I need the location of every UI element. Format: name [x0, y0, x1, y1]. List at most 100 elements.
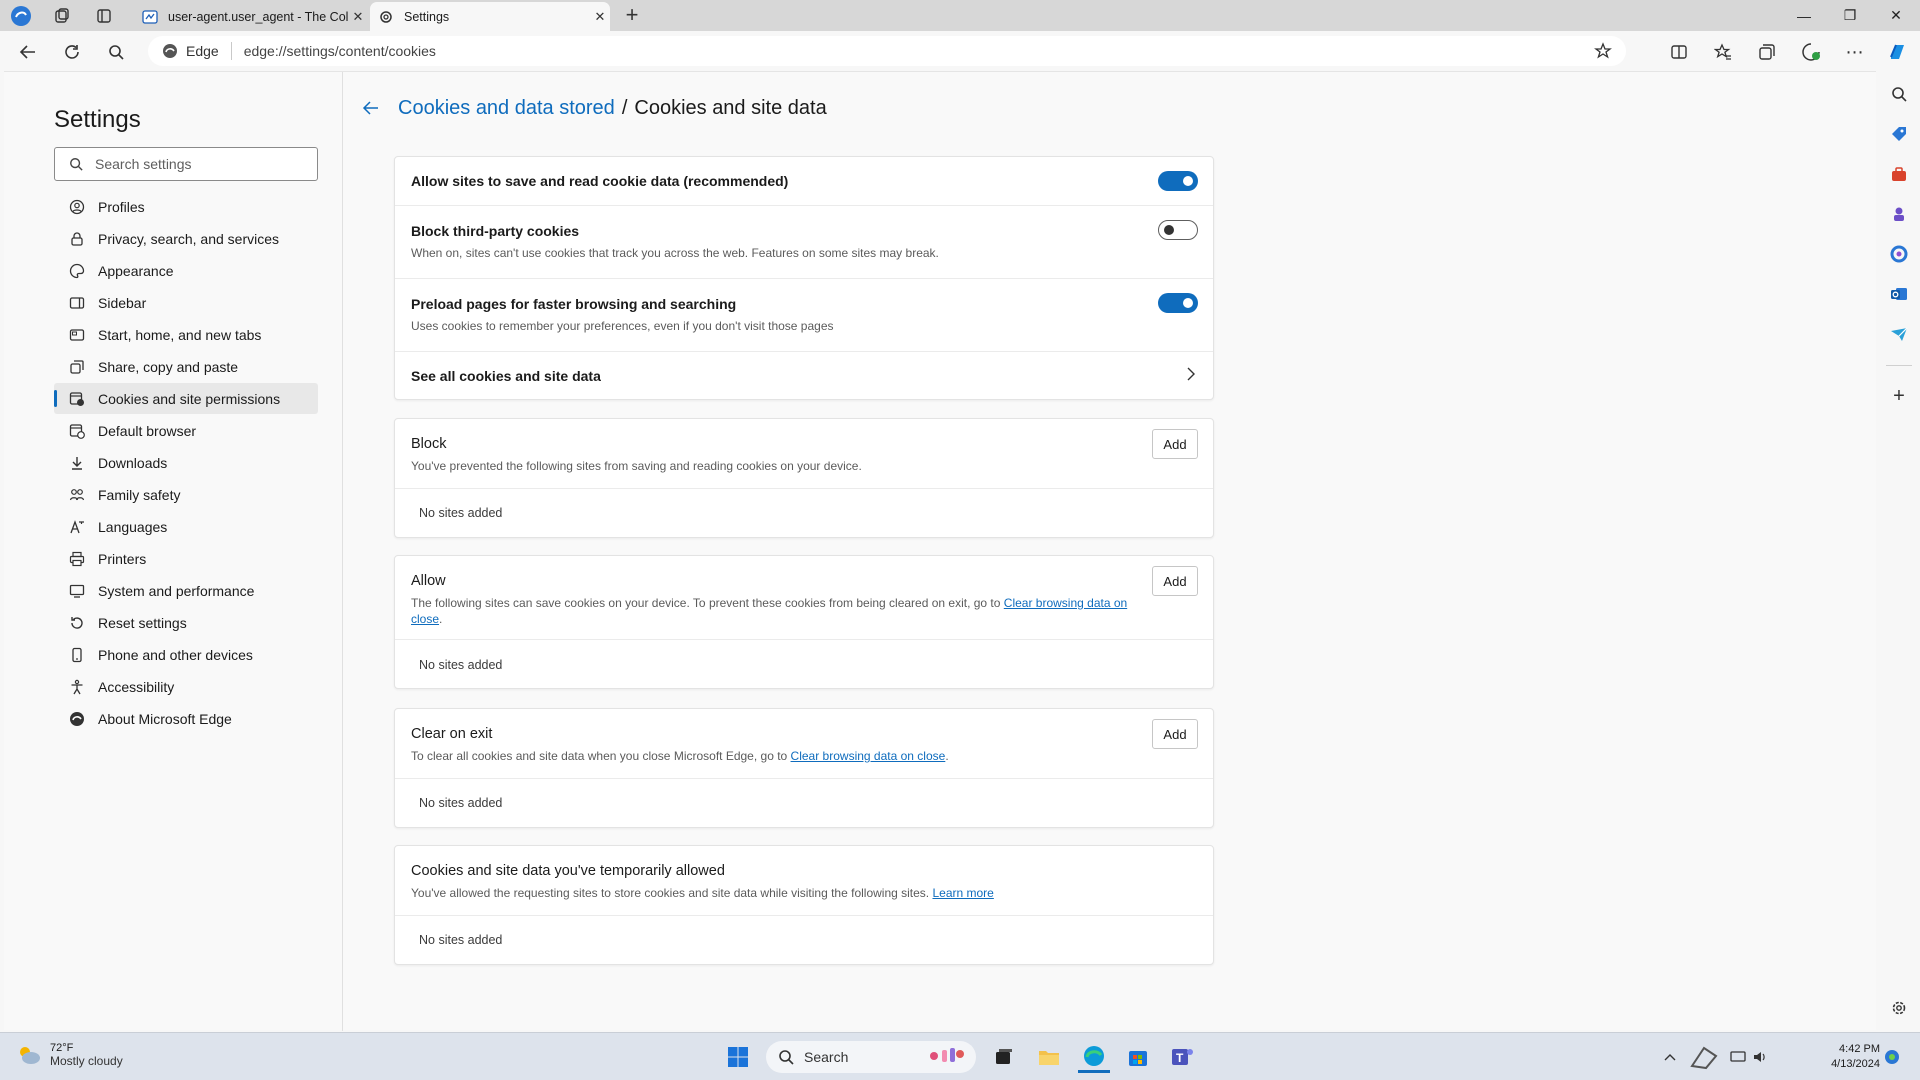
sidebar-item-cookies[interactable]: Cookies and site permissions [54, 383, 318, 414]
refresh-button[interactable] [59, 39, 85, 65]
sidebar-item-default-browser[interactable]: Default browser [54, 415, 318, 446]
favorite-star-icon[interactable] [1594, 42, 1612, 63]
edge-icon [163, 44, 177, 58]
start-button[interactable] [722, 1041, 754, 1073]
sidebar-item-downloads[interactable]: Downloads [54, 447, 318, 478]
shopping-tag-icon[interactable] [1888, 123, 1910, 145]
clock[interactable]: 4:42 PM 4/13/2024 [1831, 1042, 1880, 1072]
sidebar-item-profiles[interactable]: Profiles [54, 191, 318, 222]
collections-icon[interactable] [1754, 39, 1780, 65]
split-screen-icon[interactable] [1666, 39, 1692, 65]
breadcrumb-parent-link[interactable]: Cookies and data stored [398, 97, 615, 120]
onedrive-icon[interactable] [1684, 1041, 1724, 1073]
taskbar-search-label: Search [804, 1049, 849, 1065]
more-options-icon[interactable]: ⋯ [1842, 39, 1868, 65]
volume-icon[interactable] [1750, 1041, 1770, 1073]
allow-desc: The following sites can save cookies on … [411, 595, 1131, 627]
tab-actions-icon[interactable] [92, 4, 116, 28]
edge-chip[interactable]: Edge [148, 43, 219, 59]
microsoft-365-icon[interactable] [1888, 243, 1910, 265]
task-view-icon[interactable] [988, 1041, 1020, 1073]
back-button[interactable] [15, 39, 41, 65]
allow-add-button[interactable]: Add [1152, 566, 1198, 596]
svg-text:T: T [1176, 1051, 1184, 1065]
sidebar-item-sidebar[interactable]: Sidebar [54, 287, 318, 318]
store-icon[interactable] [1122, 1041, 1154, 1073]
sidebar-item-accessibility[interactable]: Accessibility [54, 671, 318, 702]
weather-widget[interactable]: 72°F Mostly cloudy [16, 1042, 123, 1068]
clear-on-exit-title: Clear on exit [411, 726, 493, 742]
workspaces-icon[interactable] [50, 4, 74, 28]
close-window-button[interactable]: ✕ [1873, 0, 1919, 31]
back-arrow-icon[interactable] [362, 96, 386, 120]
sidebar-item-start-home[interactable]: Start, home, and new tabs [54, 319, 318, 350]
edge-profile-icon[interactable] [9, 4, 33, 28]
notifications-icon[interactable] [1880, 1041, 1904, 1073]
network-icon[interactable] [1726, 1041, 1750, 1073]
search-icon[interactable] [1888, 83, 1910, 105]
sidebar-item-system[interactable]: System and performance [54, 575, 318, 606]
see-all-cookies-title: See all cookies and site data [411, 368, 601, 384]
address-bar[interactable]: Edge edge://settings/content/cookies [148, 36, 1626, 66]
allow-sites-toggle[interactable] [1158, 171, 1198, 191]
tools-briefcase-icon[interactable] [1888, 163, 1910, 185]
browser-essentials-icon[interactable] [1798, 39, 1824, 65]
sidebar-item-languages[interactable]: Languages [54, 511, 318, 542]
restore-button[interactable]: ❐ [1827, 0, 1873, 31]
language-icon [66, 516, 88, 538]
clear-on-exit-add-button[interactable]: Add [1152, 719, 1198, 749]
minimize-button[interactable]: — [1781, 0, 1827, 31]
block-add-button[interactable]: Add [1152, 429, 1198, 459]
block-third-party-toggle[interactable] [1158, 220, 1198, 240]
sidebar-item-phone[interactable]: Phone and other devices [54, 639, 318, 670]
tab-user-agent[interactable]: user-agent.user_agent - The Coll ✕ [134, 2, 368, 31]
search-icon[interactable] [103, 39, 129, 65]
chevron-up-icon[interactable] [1660, 1041, 1680, 1073]
games-icon[interactable] [1888, 203, 1910, 225]
clear-on-exit-header-row: Clear on exit To clear all cookies and s… [395, 709, 1213, 779]
tab-settings[interactable]: Settings ✕ [370, 2, 610, 31]
sidebar-item-family[interactable]: Family safety [54, 479, 318, 510]
sidebar-item-privacy[interactable]: Privacy, search, and services [54, 223, 318, 254]
sidebar-item-appearance[interactable]: Appearance [54, 255, 318, 286]
outlook-icon[interactable] [1888, 283, 1910, 305]
favorites-icon[interactable] [1710, 39, 1736, 65]
main-content: Cookies and data stored / Cookies and si… [344, 72, 1876, 1031]
tab-title: user-agent.user_agent - The Coll [168, 9, 348, 24]
page-title: Cookies and site data [634, 96, 827, 119]
block-third-party-title: Block third-party cookies [411, 223, 580, 239]
home-icon [66, 324, 88, 346]
block-title: Block [411, 436, 447, 452]
clock-time: 4:42 PM [1839, 1043, 1880, 1055]
clear-browsing-data-link[interactable]: Clear browsing data on close [791, 749, 946, 763]
copilot-icon[interactable] [1885, 39, 1911, 65]
allow-empty-row: No sites added [395, 640, 1213, 688]
close-tab-icon[interactable]: ✕ [590, 9, 610, 25]
edge-taskbar-icon[interactable] [1078, 1041, 1110, 1073]
search-settings-input[interactable]: Search settings [54, 147, 318, 181]
new-tab-button[interactable]: + [620, 4, 644, 28]
add-icon[interactable]: + [1888, 385, 1910, 407]
learn-more-link[interactable]: Learn more [932, 886, 993, 900]
title-bar: user-agent.user_agent - The Coll ✕ Setti… [0, 0, 1920, 31]
edge-icon [66, 708, 88, 730]
sidebar-item-printers[interactable]: Printers [54, 543, 318, 574]
allow-empty-text: No sites added [419, 658, 503, 672]
sidebar-item-label: Default browser [98, 422, 197, 439]
block-header-row: Block You've prevented the following sit… [395, 419, 1213, 489]
preload-toggle[interactable] [1158, 293, 1198, 313]
close-tab-icon[interactable]: ✕ [348, 9, 368, 25]
accessibility-icon [66, 676, 88, 698]
sidebar-item-about[interactable]: About Microsoft Edge [54, 703, 318, 734]
sidebar-item-reset[interactable]: Reset settings [54, 607, 318, 638]
teams-icon[interactable]: T [1166, 1041, 1198, 1073]
lock-icon [66, 228, 88, 250]
sidebar-settings-gear-icon[interactable] [1888, 997, 1910, 1019]
file-explorer-icon[interactable] [1033, 1041, 1065, 1073]
clear-on-exit-desc-text: To clear all cookies and site data when … [411, 749, 791, 763]
drop-send-icon[interactable] [1888, 323, 1910, 345]
allow-sites-row: Allow sites to save and read cookie data… [395, 157, 1213, 206]
sidebar-item-share[interactable]: Share, copy and paste [54, 351, 318, 382]
see-all-cookies-row[interactable]: See all cookies and site data [395, 352, 1213, 399]
taskbar-search[interactable]: Search [766, 1041, 976, 1073]
